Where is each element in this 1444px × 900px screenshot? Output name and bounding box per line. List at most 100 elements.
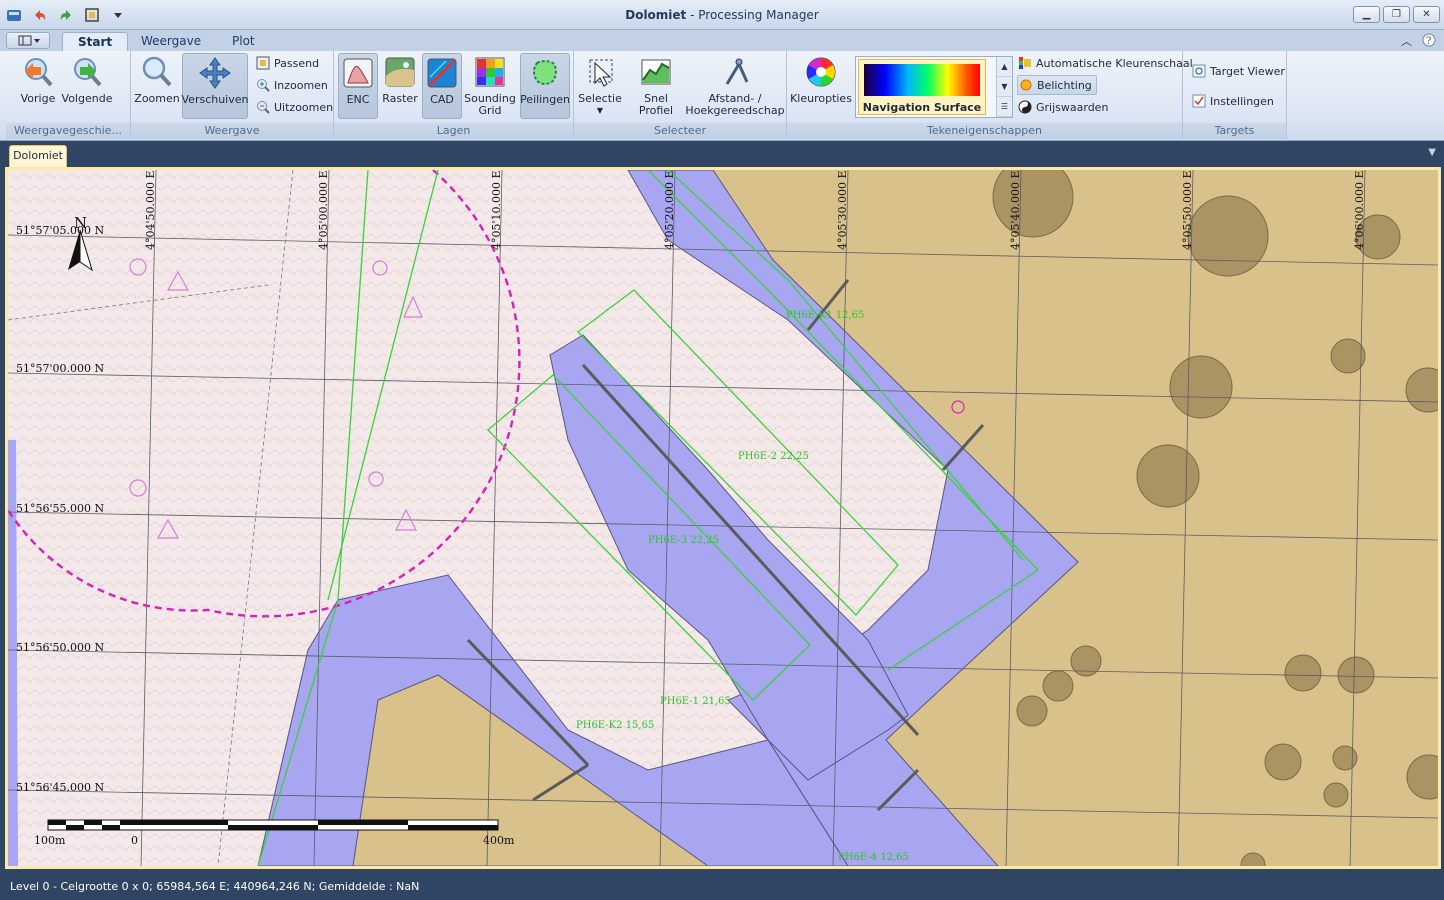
next-label: Volgende (61, 92, 113, 105)
lat-label: 51°57'05.000 N (16, 224, 105, 237)
sounding-grid-icon (473, 55, 507, 89)
map-frame: 51°57'05.000 N 51°57'00.000 N 51°56'55.0… (0, 167, 1444, 873)
pan-button[interactable]: Verschuiven (182, 53, 249, 119)
tab-weergave[interactable]: Weergave (126, 32, 216, 51)
gallery-up-icon[interactable]: ▲ (997, 57, 1012, 77)
window-title-app: Dolomiet (625, 8, 687, 22)
status-bar: Level 0 - Celgrootte 0 x 0; 65984,564 E;… (0, 873, 1444, 900)
zoom-out-label: Uitzoomen (274, 100, 334, 114)
zoom-in-button[interactable]: Inzoomen (255, 75, 328, 95)
tab-plot[interactable]: Plot (217, 32, 270, 51)
map-view[interactable]: 51°57'05.000 N 51°57'00.000 N 51°56'55.0… (5, 167, 1441, 869)
group-draw-label: Tekeneigenschappen (787, 123, 1182, 139)
enc-button[interactable]: ENC (338, 53, 378, 119)
group-targets: Target Viewer Instellingen Targets (1183, 51, 1287, 141)
selection-dropdown-icon[interactable]: ▼ (597, 105, 603, 117)
selection-button[interactable]: Selectie ▼ (578, 53, 622, 119)
raster-icon (383, 55, 417, 89)
group-layers-label: Lagen (334, 123, 573, 139)
window-controls: ▁ ❐ ✕ (1353, 6, 1440, 23)
gallery-more-icon[interactable]: ☰ (997, 97, 1012, 117)
group-view: Zoomen Verschuiven Passend Inzoomen Uitz… (131, 51, 334, 141)
yin-yang-icon (1017, 100, 1032, 115)
raster-button[interactable]: Raster (380, 53, 420, 119)
previous-icon (21, 55, 55, 89)
grayscale-button[interactable]: Grijswaarden (1017, 97, 1108, 117)
pan-icon (198, 56, 232, 90)
window-title-rest: - Processing Manager (686, 8, 819, 22)
color-options-button[interactable]: Kleuropties (790, 53, 852, 119)
navigation-surface-gradient (864, 64, 980, 96)
auto-color-scale-button[interactable]: Automatische Kleurenschaal (1017, 53, 1193, 73)
surveys-button[interactable]: Peilingen (520, 53, 570, 119)
ribbon-tab-row: Start Weergave Plot ︿ ? (0, 30, 1444, 51)
lat-label: 51°56'50.000 N (16, 641, 105, 654)
group-targets-label: Targets (1183, 123, 1286, 139)
lighting-button[interactable]: Belichting (1017, 75, 1097, 95)
zoom-label: Zoomen (134, 92, 180, 105)
restore-icon[interactable]: ❐ (1383, 6, 1410, 23)
nautical-chart[interactable]: 51°57'05.000 N 51°57'00.000 N 51°56'55.0… (8, 170, 1438, 866)
color-scale-gallery[interactable]: Navigation Surface ▲ ▼ ☰ (855, 56, 1013, 118)
lon-label: 4°05'20.000 E (663, 170, 676, 250)
group-view-label: Weergave (131, 123, 333, 139)
light-bulb-icon (1018, 78, 1033, 93)
document-tab-menu-icon[interactable]: ▼ (1428, 147, 1436, 158)
settings-button[interactable]: Instellingen (1191, 91, 1274, 111)
status-text: Level 0 - Celgrootte 0 x 0; 65984,564 E;… (10, 880, 420, 893)
area-label: PH6E-4 12,65 (838, 852, 909, 863)
quick-profile-button[interactable]: Snel Profiel (626, 53, 686, 119)
svg-text:?: ? (1426, 36, 1431, 47)
tab-start[interactable]: Start (62, 32, 129, 51)
zoom-button[interactable]: Zoomen (134, 53, 180, 119)
ribbon-minimize-icon[interactable]: ︿ (1401, 33, 1412, 49)
zoom-in-label: Inzoomen (274, 78, 328, 92)
enc-icon (341, 56, 375, 90)
auto-color-scale-label: Automatische Kleurenschaal (1036, 56, 1193, 70)
title-bar: Dolomiet - Processing Manager ▁ ❐ ✕ (0, 0, 1444, 30)
cad-label: CAD (430, 93, 454, 106)
previous-label: Vorige (20, 92, 56, 105)
lighting-label: Belichting (1037, 78, 1092, 92)
target-viewer-label: Target Viewer (1210, 64, 1285, 78)
cad-icon (425, 56, 459, 90)
cad-button[interactable]: CAD (422, 53, 462, 119)
fit-button[interactable]: Passend (255, 53, 319, 73)
document-tab-bar: Dolomiet ▼ (0, 141, 1444, 167)
area-label: PH6E-3 22,25 (648, 535, 719, 546)
application-menu-button[interactable] (6, 32, 50, 49)
enc-label: ENC (346, 93, 370, 106)
north-label: N (74, 214, 87, 232)
gallery-scroll: ▲ ▼ ☰ (996, 57, 1012, 117)
zoom-out-button[interactable]: Uitzoomen (255, 97, 333, 117)
next-button[interactable]: Volgende (62, 53, 112, 119)
navigation-surface-swatch[interactable]: Navigation Surface (858, 59, 986, 115)
lon-label: 4°05'40.000 E (1009, 170, 1022, 250)
compass-tool-icon (718, 55, 752, 89)
target-viewer-button[interactable]: Target Viewer (1191, 61, 1285, 81)
distance-tool-button[interactable]: Afstand- / Hoekgereedschap (685, 53, 785, 119)
area-label: PH6E-2 22,25 (738, 451, 809, 462)
area-label: PH6E-K2 15,65 (576, 720, 654, 731)
zoom-icon (140, 55, 174, 89)
checklist-icon (1191, 94, 1206, 109)
group-layers: ENC Raster CAD Sounding Grid Peilingen L… (334, 51, 574, 141)
lon-label: 4°06'00.000 E (1353, 170, 1366, 250)
lon-label: 4°04'50.000 E (144, 170, 157, 250)
lon-label: 4°05'00.000 E (317, 170, 330, 250)
sounding-grid-button[interactable]: Sounding Grid (464, 53, 516, 119)
grayscale-label: Grijswaarden (1036, 100, 1109, 114)
group-select: Selectie ▼ Snel Profiel Afstand- / Hoekg… (574, 51, 787, 141)
minimize-icon[interactable]: ▁ (1353, 6, 1380, 23)
group-draw: Kleuropties Navigation Surface ▲ ▼ ☰ Aut… (787, 51, 1193, 141)
gallery-down-icon[interactable]: ▼ (997, 77, 1012, 97)
quick-profile-icon (639, 55, 673, 89)
lon-label: 4°05'30.000 E (836, 170, 849, 250)
document-tab-dolomiet[interactable]: Dolomiet (9, 145, 67, 167)
close-icon[interactable]: ✕ (1413, 6, 1440, 23)
help-icon[interactable]: ? (1422, 33, 1436, 50)
previous-button[interactable]: Vorige (14, 53, 62, 119)
surveys-icon (528, 56, 562, 90)
zoom-out-icon (255, 100, 270, 115)
raster-label: Raster (382, 92, 418, 105)
